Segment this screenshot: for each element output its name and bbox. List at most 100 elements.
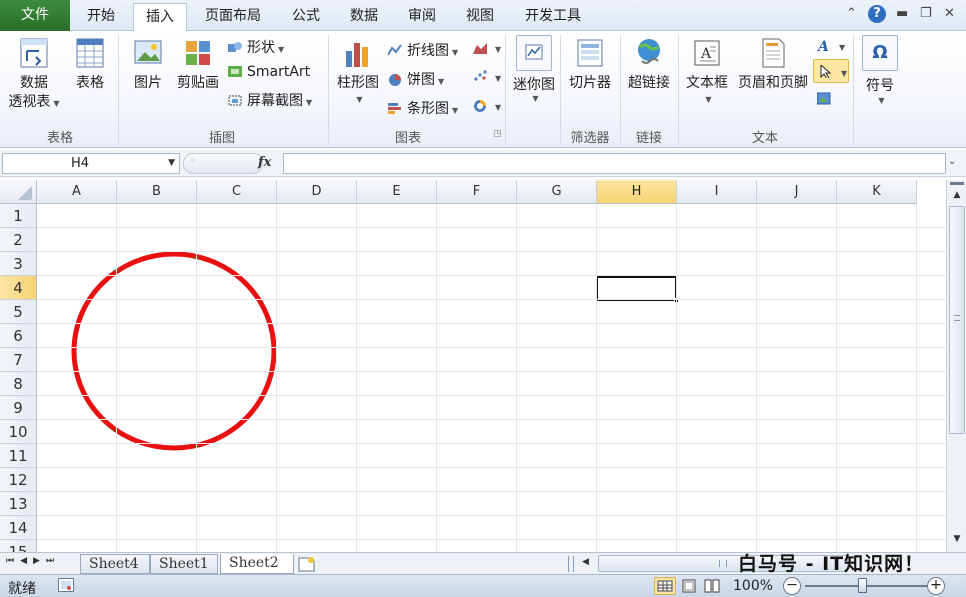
name-box[interactable]: H4 ▼ [2,153,180,174]
row-header-12[interactable]: 12 [0,468,37,492]
gridline [37,323,946,324]
group-label-text: 文本 [751,131,778,146]
macro-record-icon[interactable] [58,578,74,592]
normal-view-button[interactable] [654,577,676,595]
select-all-corner[interactable] [0,180,37,204]
column-header-b[interactable]: B [117,180,197,204]
oval-shape[interactable] [70,250,280,452]
tab-file[interactable]: 文件 [0,0,70,31]
column-chart-icon [346,43,368,67]
picture-button[interactable]: 图片 [128,37,168,93]
row-header-4[interactable]: 4 [0,276,37,300]
object-icon [817,92,831,105]
tab-view[interactable]: 视图 [455,3,505,31]
clipart-button[interactable]: 剪贴画 [172,37,224,93]
smartart-button[interactable]: SmartArt [228,64,310,80]
tab-developer[interactable]: 开发工具 [513,3,593,31]
insert-sheet-icon[interactable] [296,555,318,573]
column-header-d[interactable]: D [277,180,357,204]
zoom-in-icon[interactable]: + [927,577,945,595]
minimize-ribbon-icon[interactable]: ⌃ [846,6,857,21]
scatter-chart-button[interactable]: ▼ [473,69,501,85]
bar-chart-button[interactable]: 条形图 ▼ [388,98,458,118]
row-header-15[interactable]: 15 [0,540,37,552]
row-header-5[interactable]: 5 [0,300,37,324]
column-header-e[interactable]: E [357,180,437,204]
scroll-up-icon[interactable]: ▲ [950,188,964,202]
ribbon-separator [505,35,506,145]
row-header-9[interactable]: 9 [0,396,37,420]
worksheet-grid[interactable]: ABCDEFGHIJK 1 2 3 4 5 6 7 8 9 10 11 12 13 14 15 [0,180,946,552]
sheet-tab-sheet2[interactable]: Sheet2 [220,554,294,574]
zoom-out-icon[interactable]: − [783,577,801,595]
vertical-scrollbar[interactable]: ▲ ▼ [946,180,966,552]
row-header-10[interactable]: 10 [0,420,37,444]
column-header-j[interactable]: J [757,180,837,204]
help-icon[interactable]: ? [868,5,886,23]
hyperlink-button[interactable]: 超链接 [623,37,675,93]
row-header-6[interactable]: 6 [0,324,37,348]
tab-home[interactable]: 开始 [78,3,124,31]
expand-formula-bar-icon[interactable]: ⌄ [948,156,956,167]
sheet-navigation-icons[interactable]: ⏮◀▶⏭ [6,556,60,566]
pie-chart-button[interactable]: 饼图 ▼ [388,69,444,89]
column-header-f[interactable]: F [437,180,517,204]
restore-window-icon[interactable]: ❐ [920,6,932,21]
gridline [276,204,277,552]
zoom-level[interactable]: 100% [733,578,773,594]
name-box-dropdown-icon[interactable]: ▼ [168,154,175,173]
row-header-11[interactable]: 11 [0,444,37,468]
sparkline-button[interactable]: 迷你图 ▼ [508,35,560,105]
area-chart-button[interactable]: ▼ [473,40,501,56]
sheet-tab-sheet4[interactable]: Sheet4 [80,554,150,574]
tab-data[interactable]: 数据 [339,3,389,31]
minimize-window-icon[interactable]: ▬ [896,6,908,21]
pivot-table-button[interactable]: 数据 透视表 ▼ [5,37,63,113]
row-header-8[interactable]: 8 [0,372,37,396]
symbol-button[interactable]: Ω 符号 ▼ [858,35,902,107]
wordart-button[interactable]: A ▼ [817,38,845,54]
split-box[interactable] [950,182,964,185]
scroll-down-icon[interactable]: ▼ [950,532,964,546]
row-header-1[interactable]: 1 [0,204,37,228]
vertical-scroll-thumb[interactable] [949,206,965,434]
column-header-g[interactable]: G [517,180,597,204]
tab-review[interactable]: 审阅 [397,3,447,31]
row-header-13[interactable]: 13 [0,492,37,516]
tab-split-handle[interactable] [568,556,574,572]
slicer-button[interactable]: 切片器 [563,37,617,93]
row-header-3[interactable]: 3 [0,252,37,276]
formula-input[interactable] [283,153,946,174]
insert-function-button[interactable]: fx [258,155,271,170]
line-chart-button[interactable]: 折线图 ▼ [388,40,458,60]
page-break-view-button[interactable] [703,578,721,594]
page-layout-view-button[interactable] [680,578,698,594]
shapes-button[interactable]: 形状 ▼ [228,37,284,57]
pivot-table-icon [20,38,48,68]
sheet-tab-sheet1[interactable]: Sheet1 [150,554,218,574]
scroll-left-icon[interactable]: ◀ [582,557,589,567]
tab-formulas[interactable]: 公式 [281,3,331,31]
column-header-a[interactable]: A [37,180,117,204]
active-cell-h4[interactable] [596,276,679,303]
screenshot-button[interactable]: 屏幕截图 ▼ [228,90,312,110]
column-chart-button[interactable]: 柱形图 ▼ [333,37,383,107]
zoom-slider-thumb[interactable] [858,578,867,593]
row-header-7[interactable]: 7 [0,348,37,372]
column-header-c[interactable]: C [197,180,277,204]
row-header-2[interactable]: 2 [0,228,37,252]
table-button[interactable]: 表格 [68,37,112,93]
header-footer-button[interactable]: 页眉和页脚 [734,37,812,93]
signature-line-button[interactable]: ▼ [813,59,849,83]
object-button[interactable] [817,91,836,107]
textbox-button[interactable]: A 文本框 ▼ [682,37,732,107]
close-window-icon[interactable]: ✕ [944,6,955,21]
chart-dialog-launcher-icon[interactable]: ◳ [493,129,502,139]
row-header-14[interactable]: 14 [0,516,37,540]
tab-insert[interactable]: 插入 [133,3,187,32]
column-header-i[interactable]: I [677,180,757,204]
tab-page-layout[interactable]: 页面布局 [195,3,271,31]
other-charts-button[interactable]: ▼ [473,98,501,114]
column-header-k[interactable]: K [837,180,917,204]
column-header-h[interactable]: H [597,180,677,204]
